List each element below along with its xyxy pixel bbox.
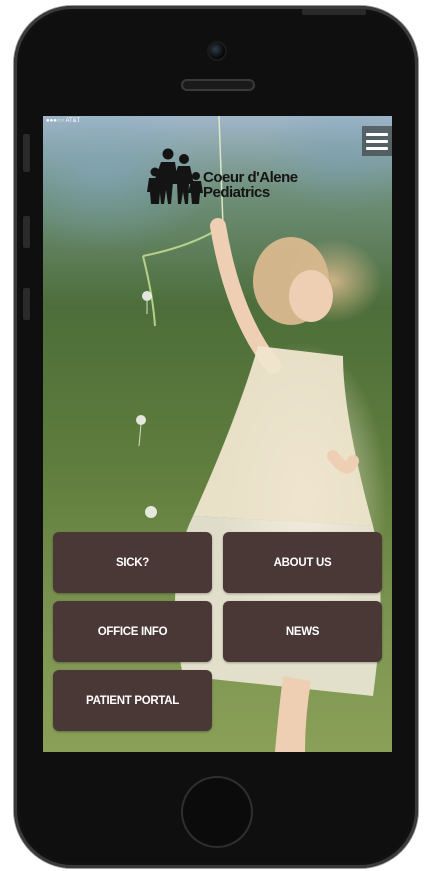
home-button[interactable] (181, 776, 253, 848)
menu-bar (366, 146, 388, 150)
earpiece-speaker (181, 79, 255, 91)
logo-line-1: Coeur d'Alene (203, 169, 298, 186)
news-button[interactable]: NEWS (223, 601, 382, 662)
logo-line-2: Pediatrics (203, 184, 270, 201)
mute-switch (23, 134, 30, 172)
menu-bar (366, 132, 388, 136)
volume-up-button (23, 216, 30, 248)
menu-bar (366, 139, 388, 143)
family-figures-icon (147, 148, 203, 204)
hamburger-menu-icon[interactable] (362, 126, 392, 156)
sick-button[interactable]: SICK? (53, 532, 212, 593)
app-screen: ●●●○○ AT&T Coeur d'Alene Pediatrics SICK… (43, 116, 392, 752)
power-button (302, 9, 366, 15)
about-us-button[interactable]: ABOUT US (223, 532, 382, 593)
logo-text: Coeur d'Alene Pediatrics (203, 170, 298, 200)
office-info-button[interactable]: OFFICE INFO (53, 601, 212, 662)
volume-down-button (23, 288, 30, 320)
practice-logo: Coeur d'Alene Pediatrics (147, 146, 298, 206)
patient-portal-button[interactable]: PATIENT PORTAL (53, 670, 212, 731)
front-camera (209, 43, 225, 59)
